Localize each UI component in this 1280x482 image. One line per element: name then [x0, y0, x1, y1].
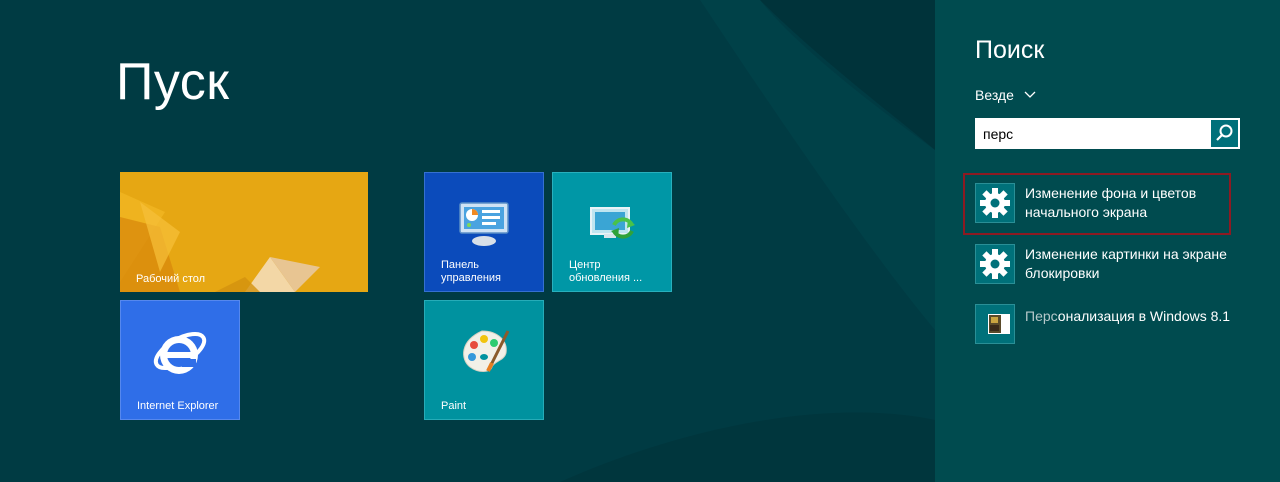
- paint-palette-icon: [463, 330, 510, 372]
- control-panel-icon: [459, 202, 509, 246]
- tile-ie-label: Internet Explorer: [137, 400, 219, 412]
- search-scope-dropdown[interactable]: Везде: [975, 86, 1036, 104]
- result-icon-box: [975, 304, 1015, 344]
- search-input[interactable]: [975, 118, 1209, 149]
- start-title: Пуск: [116, 53, 230, 111]
- search-result-label-rest: онализация в Windows 8.1: [1057, 308, 1231, 324]
- search-pane-title: Поиск: [975, 36, 1045, 64]
- search-result-label: Изменение фона и цветов начального экран…: [1025, 185, 1197, 220]
- gear-icon: [980, 249, 1010, 279]
- start-screen: Пуск Рабочий стол Панель управления Цент…: [0, 0, 935, 482]
- tile-internet-explorer[interactable]: Internet Explorer: [120, 300, 240, 420]
- result-icon-box: [975, 244, 1015, 284]
- internet-explorer-icon: [153, 331, 207, 374]
- search-button[interactable]: [1211, 120, 1238, 147]
- tile-control-panel-label: Панель управления: [441, 259, 501, 284]
- search-icon: [1216, 124, 1233, 141]
- help-thumbnail-icon: [988, 314, 1010, 334]
- tile-paint-label: Paint: [441, 400, 467, 412]
- search-result-lock-screen[interactable]: Изменение картинки на экране блокировки: [975, 244, 1240, 284]
- search-result-label: Персонализация в Windows 8.1: [1025, 307, 1245, 326]
- search-box: [975, 118, 1240, 149]
- search-pane: Поиск Везде перс Изменение фона и цветов…: [935, 0, 1280, 482]
- search-match-highlight: Перс: [1025, 308, 1058, 324]
- tile-desktop[interactable]: Рабочий стол: [120, 172, 368, 292]
- search-result-label: Изменение картинки на экране блокировки: [1025, 246, 1227, 281]
- search-result-start-background[interactable]: Изменение фона и цветов начального экран…: [975, 183, 1240, 223]
- result-icon-box: [975, 183, 1015, 223]
- windows-update-icon: [590, 207, 635, 239]
- search-result-personalization-help[interactable]: Персонализация в Windows 8.1: [975, 304, 1240, 344]
- tile-paint[interactable]: Paint: [424, 300, 544, 420]
- tile-desktop-label: Рабочий стол: [136, 273, 206, 285]
- tile-control-panel[interactable]: Панель управления: [424, 172, 544, 292]
- tile-windows-update[interactable]: Центр обновления ...: [552, 172, 672, 292]
- tile-windows-update-label: Центр обновления ...: [569, 259, 643, 284]
- search-scope-label: Везде: [975, 87, 1014, 103]
- gear-icon: [980, 188, 1010, 218]
- chevron-down-icon: [1024, 91, 1036, 98]
